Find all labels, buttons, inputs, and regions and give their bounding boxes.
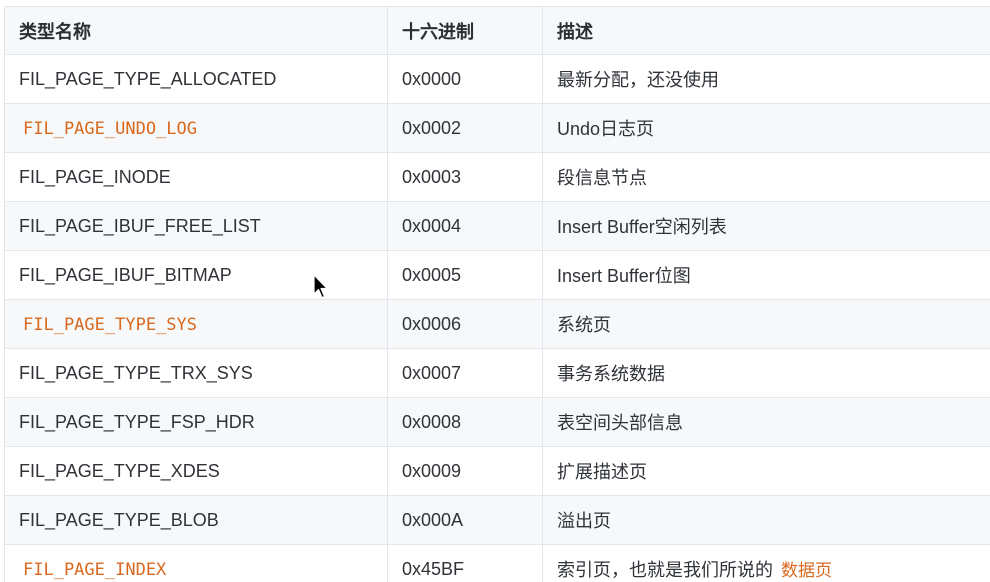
- table-row: FIL_PAGE_TYPE_SYS 0x0006 系统页: [4, 299, 990, 349]
- hex-cell: 0x0009: [387, 446, 543, 496]
- description-text: 事务系统数据: [557, 364, 665, 384]
- description-cell: 段信息节点: [542, 152, 990, 202]
- description-highlight: 数据页: [781, 561, 832, 580]
- description-cell: 系统页: [542, 299, 990, 349]
- mouse-pointer-icon: [313, 274, 328, 299]
- hex-cell: 0x0004: [387, 201, 543, 251]
- description-cell: 溢出页: [542, 495, 990, 545]
- table-row: FIL_PAGE_TYPE_ALLOCATED 0x0000 最新分配，还没使用: [4, 54, 990, 104]
- table-row: FIL_PAGE_TYPE_BLOB 0x000A 溢出页: [4, 495, 990, 545]
- type-name-text: FIL_PAGE_TYPE_TRX_SYS: [19, 362, 253, 383]
- type-name-text: FIL_PAGE_TYPE_BLOB: [19, 509, 219, 530]
- description-text: 段信息节点: [557, 168, 647, 188]
- table-header-row: 类型名称 十六进制 描述: [4, 6, 990, 55]
- type-name-code: FIL_PAGE_TYPE_SYS: [23, 314, 197, 335]
- description-text: 表空间头部信息: [557, 413, 683, 433]
- description-cell: 索引页，也就是我们所说的 数据页: [542, 544, 990, 582]
- type-name-cell: FIL_PAGE_TYPE_ALLOCATED: [4, 54, 388, 104]
- type-name-text: FIL_PAGE_IBUF_BITMAP: [19, 264, 232, 285]
- type-name-text: FIL_PAGE_TYPE_ALLOCATED: [19, 68, 277, 89]
- type-name-cell: FIL_PAGE_TYPE_BLOB: [4, 495, 388, 545]
- table-row: FIL_PAGE_TYPE_XDES 0x0009 扩展描述页: [4, 446, 990, 496]
- type-name-code: FIL_PAGE_UNDO_LOG: [23, 118, 197, 139]
- description-cell: Insert Buffer位图: [542, 250, 990, 300]
- type-name-cell: FIL_PAGE_IBUF_BITMAP: [4, 250, 388, 300]
- type-name-text: FIL_PAGE_TYPE_FSP_HDR: [19, 411, 255, 432]
- hex-cell: 0x0008: [387, 397, 543, 447]
- description-cell: Insert Buffer空闲列表: [542, 201, 990, 251]
- table-row: FIL_PAGE_TYPE_FSP_HDR 0x0008 表空间头部信息: [4, 397, 990, 447]
- header-type-name: 类型名称: [4, 6, 388, 55]
- header-hex: 十六进制: [387, 6, 543, 55]
- table-row: FIL_PAGE_INODE 0x0003 段信息节点: [4, 152, 990, 202]
- type-name-cell: FIL_PAGE_TYPE_XDES: [4, 446, 388, 496]
- hex-cell: 0x000A: [387, 495, 543, 545]
- hex-cell: 0x0003: [387, 152, 543, 202]
- hex-cell: 0x0006: [387, 299, 543, 349]
- hex-cell: 0x0007: [387, 348, 543, 398]
- table-row: FIL_PAGE_IBUF_BITMAP 0x0005 Insert Buffer位…: [4, 250, 990, 300]
- type-name-text: FIL_PAGE_TYPE_XDES: [19, 460, 220, 481]
- type-name-cell: FIL_PAGE_TYPE_FSP_HDR: [4, 397, 388, 447]
- description-text: 索引页，也就是我们所说的: [557, 560, 773, 580]
- table-row: FIL_PAGE_INDEX 0x45BF 索引页，也就是我们所说的 数据页: [4, 544, 990, 582]
- type-name-cell: FIL_PAGE_IBUF_FREE_LIST: [4, 201, 388, 251]
- description-cell: 事务系统数据: [542, 348, 990, 398]
- type-name-code: FIL_PAGE_INDEX: [23, 559, 167, 580]
- hex-cell: 0x0002: [387, 103, 543, 153]
- description-text: Insert Buffer位图: [557, 266, 691, 286]
- document-page: 类型名称 十六进制 描述 FIL_PAGE_TYPE_ALLOCATED 0x00…: [0, 0, 990, 582]
- description-cell: 扩展描述页: [542, 446, 990, 496]
- type-name-text: FIL_PAGE_IBUF_FREE_LIST: [19, 215, 261, 236]
- description-text: 系统页: [557, 315, 611, 335]
- table-row: FIL_PAGE_UNDO_LOG 0x0002 Undo日志页: [4, 103, 990, 153]
- hex-cell: 0x45BF: [387, 544, 543, 582]
- description-text: 最新分配，还没使用: [557, 70, 719, 90]
- description-text: Undo日志页: [557, 119, 655, 139]
- description-text: 扩展描述页: [557, 462, 647, 482]
- description-text: 溢出页: [557, 511, 611, 531]
- description-text: Insert Buffer空闲列表: [557, 217, 727, 237]
- page-type-table: 类型名称 十六进制 描述 FIL_PAGE_TYPE_ALLOCATED 0x00…: [4, 6, 990, 582]
- type-name-cell: FIL_PAGE_TYPE_TRX_SYS: [4, 348, 388, 398]
- table-row: FIL_PAGE_IBUF_FREE_LIST 0x0004 Insert Buff…: [4, 201, 990, 251]
- type-name-text: FIL_PAGE_INODE: [19, 166, 171, 187]
- description-cell: Undo日志页: [542, 103, 990, 153]
- type-name-cell: FIL_PAGE_TYPE_SYS: [4, 299, 388, 349]
- description-cell: 最新分配，还没使用: [542, 54, 990, 104]
- type-name-cell: FIL_PAGE_INODE: [4, 152, 388, 202]
- type-name-cell: FIL_PAGE_UNDO_LOG: [4, 103, 388, 153]
- hex-cell: 0x0000: [387, 54, 543, 104]
- hex-cell: 0x0005: [387, 250, 543, 300]
- description-cell: 表空间头部信息: [542, 397, 990, 447]
- header-description: 描述: [542, 6, 990, 55]
- type-name-cell: FIL_PAGE_INDEX: [4, 544, 388, 582]
- table-row: FIL_PAGE_TYPE_TRX_SYS 0x0007 事务系统数据: [4, 348, 990, 398]
